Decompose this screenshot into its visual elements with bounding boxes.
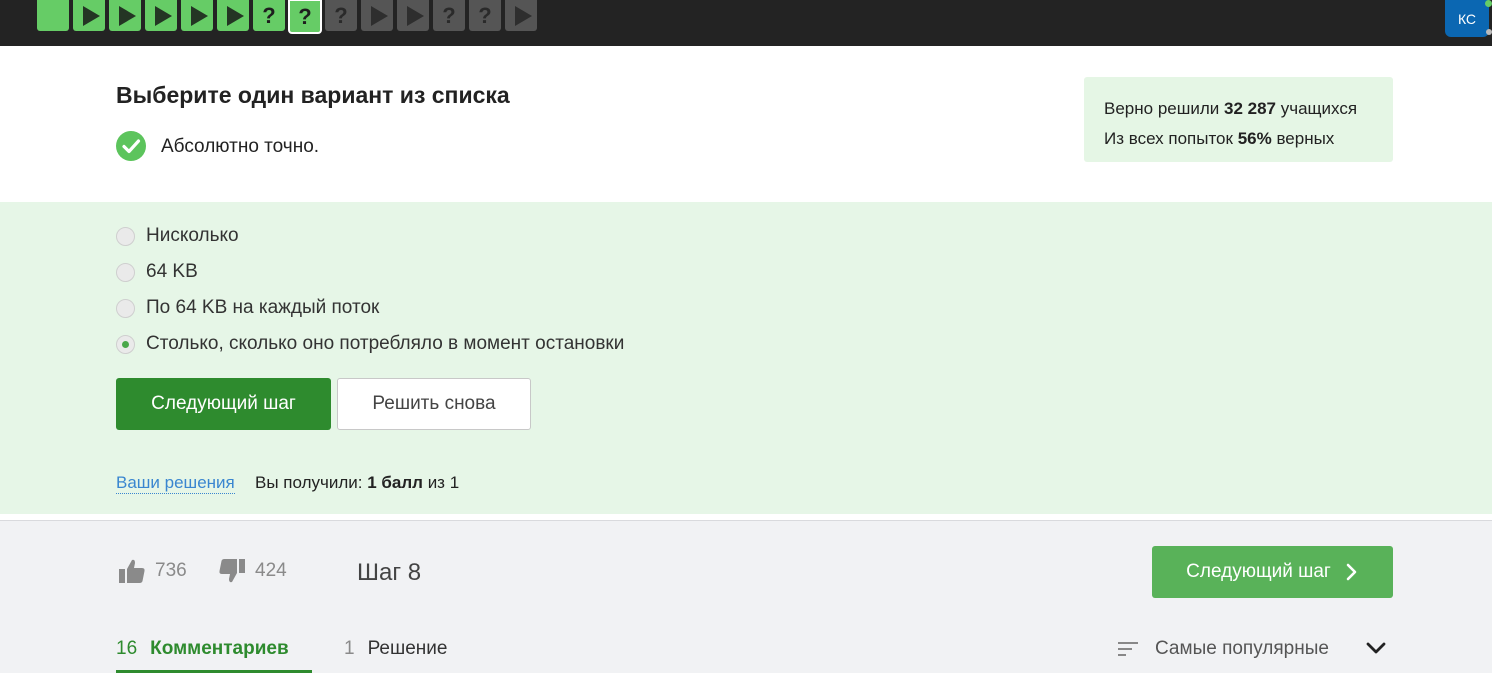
top-bar: ????? КС (0, 0, 1492, 46)
step-7[interactable]: ? (253, 0, 285, 31)
radio-button[interactable] (116, 226, 135, 246)
dislike-button[interactable]: 424 (218, 558, 287, 584)
option-label: 64 KB (146, 261, 198, 282)
likes-count: 736 (155, 560, 187, 581)
question-icon: ? (262, 2, 276, 28)
stats-solved-suffix: учащихся (1280, 99, 1358, 118)
play-icon (226, 5, 244, 26)
step-9[interactable]: ? (325, 0, 357, 31)
score-text: Вы получили: 1 балл из 1 (255, 473, 459, 493)
step-13[interactable]: ? (469, 0, 501, 31)
question-icon: ? (442, 2, 456, 28)
tab-comments[interactable]: 16 Комментариев (116, 638, 289, 660)
play-icon (370, 5, 388, 26)
option-label: Столько, сколько оно потребляло в момент… (146, 333, 625, 354)
thumbs-down-icon (219, 559, 245, 583)
stats-attempts-suffix: верных (1276, 129, 1335, 148)
sort-dropdown[interactable]: Самые популярные (1118, 638, 1329, 660)
option-item[interactable]: Нисколько (116, 225, 239, 247)
step-1[interactable] (37, 0, 69, 31)
option-item[interactable]: По 64 KB на каждый поток (116, 297, 379, 319)
correct-check-icon (116, 131, 146, 161)
options-panel (0, 202, 1492, 514)
radio-button[interactable] (116, 262, 135, 282)
next-step-button[interactable]: Следующий шаг (116, 378, 331, 430)
chevron-down-icon[interactable] (1366, 640, 1386, 656)
step-navigation: ????? (37, 0, 537, 34)
dislikes-count: 424 (255, 560, 287, 581)
option-label: По 64 KB на каждый поток (146, 297, 380, 318)
play-icon (154, 5, 172, 26)
question-icon: ? (298, 3, 312, 29)
radio-button-selected[interactable] (116, 334, 135, 354)
your-solutions-link[interactable]: Ваши решения (116, 473, 235, 494)
solutions-label: Решение (367, 638, 448, 659)
stats-solved: Верно решили 32 287 учащихся (1104, 94, 1373, 124)
play-icon (514, 5, 532, 26)
tab-solutions[interactable]: 1 Решение (344, 638, 447, 660)
step-5[interactable] (181, 0, 213, 31)
solutions-count: 1 (344, 638, 355, 659)
avatar-badge-dot (1486, 29, 1492, 35)
question-icon: ? (334, 2, 348, 28)
like-button[interactable]: 736 (118, 558, 187, 584)
feedback-text: Абсолютно точно. (161, 136, 320, 157)
chevron-right-icon (1346, 563, 1357, 581)
thumbs-up-icon (119, 559, 145, 583)
quiz-title: Выберите один вариант из списка (116, 82, 510, 108)
score-suffix: из 1 (427, 473, 460, 492)
stats-box: Верно решили 32 287 учащихся Из всех поп… (1084, 77, 1393, 162)
comments-label: Комментариев (150, 638, 289, 659)
radio-button[interactable] (116, 298, 135, 318)
question-icon: ? (478, 2, 492, 28)
sort-label: Самые популярные (1155, 638, 1329, 659)
option-label: Нисколько (146, 225, 239, 246)
step-10[interactable] (361, 0, 393, 31)
option-item[interactable]: 64 KB (116, 261, 198, 283)
score-prefix: Вы получили: (255, 473, 363, 492)
step-11[interactable] (397, 0, 429, 31)
step-4[interactable] (145, 0, 177, 31)
step-6[interactable] (217, 0, 249, 31)
step-label: Шаг 8 (357, 559, 422, 586)
footer-next-step-button[interactable]: Следующий шаг (1152, 546, 1393, 598)
sort-icon (1118, 642, 1138, 656)
stats-attempts-percent: 56% (1237, 129, 1272, 148)
play-icon (406, 5, 424, 26)
stats-solved-prefix: Верно решили (1104, 99, 1220, 118)
stats-attempts-prefix: Из всех попыток (1104, 129, 1233, 148)
user-avatar[interactable]: КС (1445, 0, 1489, 37)
step-3[interactable] (109, 0, 141, 31)
step-2[interactable] (73, 0, 105, 31)
score-value: 1 балл (367, 473, 423, 492)
step-12[interactable]: ? (433, 0, 465, 31)
stats-solved-count: 32 287 (1224, 99, 1277, 118)
footer-next-step-label: Следующий шаг (1186, 561, 1331, 582)
play-icon (118, 5, 136, 26)
stats-attempts: Из всех попыток 56% верных (1104, 124, 1373, 154)
play-icon (82, 5, 100, 26)
play-icon (190, 5, 208, 26)
option-item[interactable]: Столько, сколько оно потребляло в момент… (116, 333, 624, 355)
step-14[interactable] (505, 0, 537, 31)
retry-button[interactable]: Решить снова (337, 378, 531, 430)
comments-count: 16 (116, 638, 138, 659)
online-status-dot (1485, 0, 1492, 7)
step-8-current[interactable]: ? (288, 0, 322, 34)
